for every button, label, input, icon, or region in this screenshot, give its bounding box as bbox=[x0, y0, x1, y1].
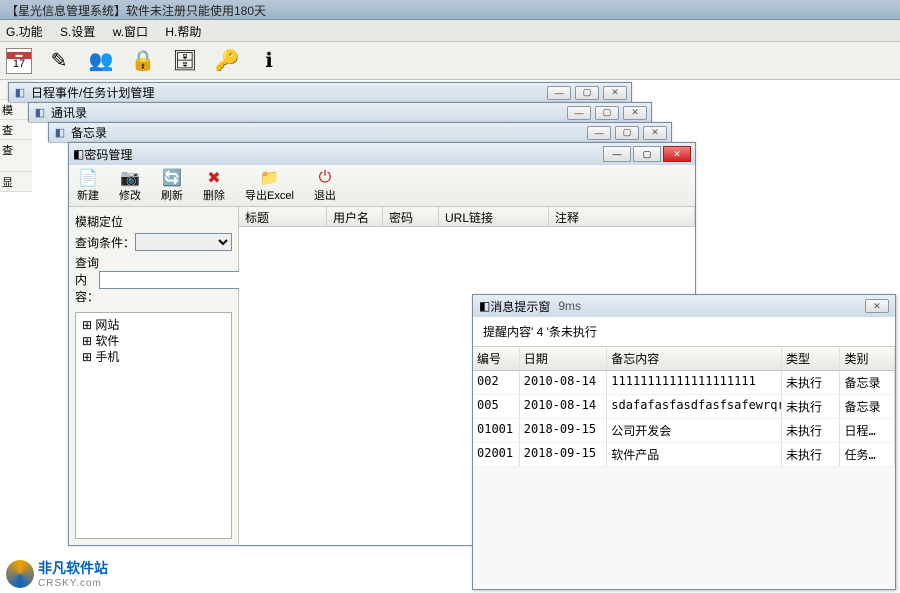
edit-icon: 📷 bbox=[120, 169, 140, 187]
menu-help[interactable]: H.帮助 bbox=[165, 25, 201, 39]
minimize-button[interactable]: — bbox=[567, 106, 591, 120]
tree-item[interactable]: ⊞ 网站 bbox=[82, 317, 225, 333]
tree-item[interactable]: ⊞ 软件 bbox=[82, 333, 225, 349]
password-toolbar: 📄新建 📷修改 🔄刷新 ✖删除 📁导出Excel ⏻退出 bbox=[69, 165, 695, 207]
app-title: 【星光信息管理系统】软件未注册只能使用180天 bbox=[6, 4, 266, 18]
left-panel-stubs: 模 查 查 显 bbox=[0, 80, 32, 593]
window-titlebar[interactable]: ◧ 密码管理 — ▢ ✕ bbox=[69, 143, 695, 165]
table-row[interactable]: 0022010-08-1411111111111111111111未执行备忘录 bbox=[473, 371, 895, 395]
exit-icon: ⏻ bbox=[315, 169, 335, 187]
delete-icon: ✖ bbox=[204, 169, 224, 187]
category-tree[interactable]: ⊞ 网站 ⊞ 软件 ⊞ 手机 bbox=[75, 312, 232, 539]
export-excel-button[interactable]: 📁导出Excel bbox=[245, 169, 294, 203]
close-button[interactable]: ✕ bbox=[603, 86, 627, 100]
maximize-button[interactable]: ▢ bbox=[575, 86, 599, 100]
stub: 查 bbox=[0, 140, 32, 172]
maximize-button[interactable]: ▢ bbox=[633, 146, 661, 162]
window-icon: ◧ bbox=[33, 106, 47, 120]
window-title: 通讯录 bbox=[51, 104, 567, 121]
tree-item[interactable]: ⊞ 手机 bbox=[82, 349, 225, 365]
stub: 显 bbox=[0, 172, 32, 192]
reminder-table: 编号 日期 备忘内容 类型 类别 0022010-08-141111111111… bbox=[473, 347, 895, 467]
condition-label: 查询条件： bbox=[75, 234, 135, 251]
lock-icon[interactable]: 🔒 bbox=[128, 46, 158, 76]
menu-window[interactable]: w.窗口 bbox=[113, 25, 148, 39]
close-button[interactable]: ✕ bbox=[865, 299, 889, 313]
app-menubar: G.功能 S.设置 w.窗口 H.帮助 bbox=[0, 20, 900, 42]
delete-button[interactable]: ✖删除 bbox=[203, 169, 225, 203]
mdi-window-schedule[interactable]: ◧ 日程事件/任务计划管理 — ▢ ✕ bbox=[8, 82, 632, 102]
col-content[interactable]: 备忘内容 bbox=[607, 347, 782, 370]
col-type[interactable]: 类型 bbox=[782, 347, 840, 370]
col-username[interactable]: 用户名 bbox=[327, 207, 383, 226]
col-url[interactable]: URL链接 bbox=[439, 207, 549, 226]
contacts-icon[interactable]: 👥 bbox=[86, 46, 116, 76]
app-toolbar: ▬17 ✎ 👥 🔒 🗄 🔑 ℹ bbox=[0, 42, 900, 80]
help-icon[interactable]: ℹ bbox=[254, 46, 284, 76]
window-title: 密码管理 bbox=[84, 146, 601, 163]
watermark: 非凡软件站 CRSKY.com bbox=[6, 558, 108, 589]
stub: 查 bbox=[0, 120, 32, 140]
window-title: 备忘录 bbox=[71, 124, 587, 141]
refresh-button[interactable]: 🔄刷新 bbox=[161, 169, 183, 203]
window-title: 日程事件/任务计划管理 bbox=[31, 84, 547, 101]
minimize-button[interactable]: — bbox=[547, 86, 571, 100]
exit-button[interactable]: ⏻退出 bbox=[314, 169, 336, 203]
watermark-line2: CRSKY.com bbox=[38, 578, 108, 589]
window-icon: ◧ bbox=[53, 126, 67, 140]
notification-dialog[interactable]: ◧ 消息提示窗 9ms ✕ 提醒内容' 4 '条未执行 编号 日期 备忘内容 类… bbox=[472, 294, 896, 590]
condition-select[interactable] bbox=[135, 233, 232, 251]
maximize-button[interactable]: ▢ bbox=[615, 126, 639, 140]
fuzzy-search-group: 模糊定位 查询条件： 查询内容： ⚲ bbox=[75, 213, 232, 308]
close-button[interactable]: ✕ bbox=[663, 146, 691, 162]
logo-icon bbox=[6, 560, 34, 588]
calendar-icon[interactable]: ▬17 bbox=[6, 48, 32, 74]
app-titlebar: 【星光信息管理系统】软件未注册只能使用180天 bbox=[0, 0, 900, 20]
edit-button[interactable]: 📷修改 bbox=[119, 169, 141, 203]
col-note[interactable]: 注释 bbox=[549, 207, 695, 226]
column-headers: 标题 用户名 密码 URL链接 注释 bbox=[239, 207, 695, 227]
col-cat[interactable]: 类别 bbox=[840, 347, 895, 370]
col-id[interactable]: 编号 bbox=[473, 347, 520, 370]
dialog-subtitle: 提醒内容' 4 '条未执行 bbox=[473, 317, 895, 347]
content-input[interactable] bbox=[99, 271, 243, 289]
new-button[interactable]: 📄新建 bbox=[77, 169, 99, 203]
dialog-titlebar[interactable]: ◧ 消息提示窗 9ms ✕ bbox=[473, 295, 895, 317]
menu-settings[interactable]: S.设置 bbox=[60, 25, 95, 39]
window-icon: ◧ bbox=[13, 86, 27, 100]
mdi-desktop: 模 查 查 显 ◧ 日程事件/任务计划管理 — ▢ ✕ ◧ 通讯录 — ▢ ✕ bbox=[0, 80, 900, 593]
watermark-line1: 非凡软件站 bbox=[38, 558, 108, 578]
vault-icon[interactable]: 🗄 bbox=[170, 46, 200, 76]
export-icon: 📁 bbox=[259, 169, 279, 187]
window-icon: ◧ bbox=[73, 147, 84, 161]
mdi-window-memo[interactable]: ◧ 备忘录 — ▢ ✕ bbox=[48, 122, 672, 142]
close-button[interactable]: ✕ bbox=[643, 126, 667, 140]
close-button[interactable]: ✕ bbox=[623, 106, 647, 120]
menu-functions[interactable]: G.功能 bbox=[6, 25, 43, 39]
table-row[interactable]: 0052010-08-14sdafafasfasdfasfsafewrqrfds… bbox=[473, 395, 895, 419]
col-password[interactable]: 密码 bbox=[383, 207, 439, 226]
dialog-title: 消息提示窗 bbox=[490, 298, 550, 315]
table-row[interactable]: 020012018-09-15软件产品未执行任务… bbox=[473, 443, 895, 467]
password-left-panel: 模糊定位 查询条件： 查询内容： ⚲ ⊞ 网站 ⊞ 软件 ⊞ 手机 bbox=[69, 207, 239, 545]
col-date[interactable]: 日期 bbox=[520, 347, 608, 370]
mdi-window-contacts[interactable]: ◧ 通讯录 — ▢ ✕ bbox=[28, 102, 652, 122]
edit-icon[interactable]: ✎ bbox=[44, 46, 74, 76]
content-label: 查询内容： bbox=[75, 254, 99, 305]
new-icon: 📄 bbox=[78, 169, 98, 187]
maximize-button[interactable]: ▢ bbox=[595, 106, 619, 120]
key-icon[interactable]: 🔑 bbox=[212, 46, 242, 76]
minimize-button[interactable]: — bbox=[587, 126, 611, 140]
dialog-timing: 9ms bbox=[558, 299, 581, 313]
minimize-button[interactable]: — bbox=[603, 146, 631, 162]
table-row[interactable]: 010012018-09-15公司开发会未执行日程… bbox=[473, 419, 895, 443]
col-title[interactable]: 标题 bbox=[239, 207, 327, 226]
window-icon: ◧ bbox=[479, 299, 490, 313]
group-label: 模糊定位 bbox=[75, 213, 232, 230]
refresh-icon: 🔄 bbox=[162, 169, 182, 187]
